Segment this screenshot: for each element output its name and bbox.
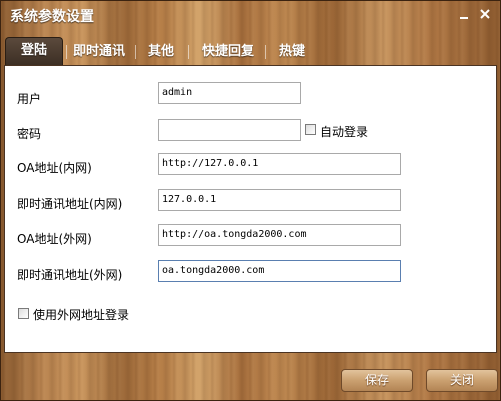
auto-login-label[interactable]: 自动登录: [320, 123, 368, 140]
use-external-label[interactable]: 使用外网地址登录: [33, 306, 129, 323]
tab-quick-reply-label: 快捷回复: [201, 44, 254, 59]
login-settings-panel: 用户 admin 密码 自动登录 OA地址(内网) http://127.0.0…: [4, 65, 497, 353]
close-icon: [480, 9, 490, 19]
tab-bar: 登陆 即时通讯 其他 快捷回复 热键: [1, 37, 500, 65]
settings-window: 系统参数设置 登陆 即时通讯 其他 快捷回复 热键 用户 admin 密码 自动…: [0, 0, 501, 401]
use-external-checkbox[interactable]: [18, 308, 29, 319]
tab-quick-reply[interactable]: 快捷回复: [192, 39, 264, 64]
window-title: 系统参数设置: [10, 9, 94, 25]
minimize-icon: [460, 17, 468, 19]
im-external-field[interactable]: oa.tongda2000.com: [158, 260, 401, 282]
auto-login-checkbox[interactable]: [305, 124, 316, 135]
oa-external-label: OA地址(外网): [17, 232, 92, 246]
tab-instant-messaging[interactable]: 即时通讯: [68, 39, 130, 64]
close-button[interactable]: 关闭: [426, 369, 498, 392]
oa-external-field[interactable]: http://oa.tongda2000.com: [158, 224, 401, 246]
im-internal-label: 即时通讯地址(内网): [17, 197, 123, 211]
close-window-button[interactable]: [476, 6, 494, 22]
tab-separator: [66, 45, 67, 59]
user-label: 用户: [17, 92, 42, 106]
password-field[interactable]: [158, 119, 301, 141]
tab-instant-messaging-label: 即时通讯: [72, 44, 125, 59]
tab-separator: [188, 45, 189, 59]
tab-hotkey-label: 热键: [278, 44, 305, 59]
user-field[interactable]: admin: [158, 82, 301, 104]
save-button-label: 保存: [364, 373, 389, 387]
tab-login[interactable]: 登陆: [5, 37, 63, 65]
tab-separator: [135, 45, 136, 59]
im-internal-field[interactable]: 127.0.0.1: [158, 189, 401, 211]
tab-separator: [265, 45, 266, 59]
tab-other[interactable]: 其他: [139, 39, 183, 64]
close-button-label: 关闭: [449, 373, 474, 387]
minimize-button[interactable]: [455, 6, 473, 22]
tab-login-label: 登陆: [20, 43, 47, 58]
tab-other-label: 其他: [147, 44, 174, 59]
save-button[interactable]: 保存: [341, 369, 413, 392]
oa-internal-field[interactable]: http://127.0.0.1: [158, 153, 401, 175]
tab-hotkey[interactable]: 热键: [271, 39, 313, 64]
im-external-label: 即时通讯地址(外网): [17, 268, 123, 282]
title-bar[interactable]: 系统参数设置: [1, 1, 500, 31]
oa-internal-label: OA地址(内网): [17, 161, 92, 175]
password-label: 密码: [17, 127, 42, 141]
